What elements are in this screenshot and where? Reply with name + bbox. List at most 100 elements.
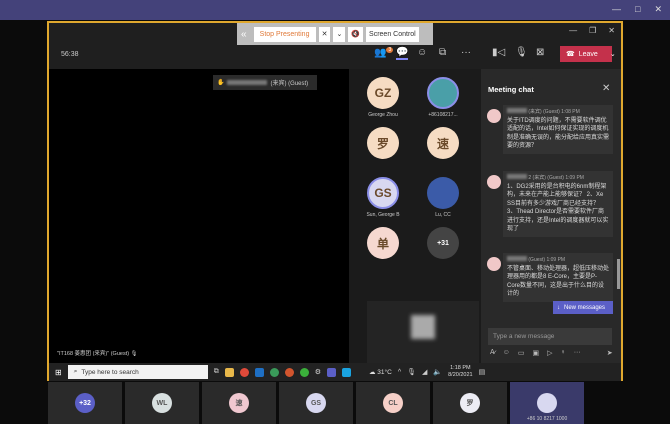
close-icon[interactable]: ✕ (602, 83, 610, 94)
participant-name: +86 10 8217 1000 (526, 416, 568, 422)
stop-presenting-button[interactable]: Stop Presenting (253, 26, 316, 42)
chevron-down-icon[interactable]: ⌄ (610, 50, 616, 58)
chat-title: Meeting chat (488, 85, 534, 94)
pin-toolbar-button[interactable]: ✕ (318, 26, 331, 42)
browser-icon[interactable] (269, 367, 279, 377)
avatar (537, 393, 557, 413)
mic-off-icon[interactable]: 🎙 (515, 47, 528, 58)
participant-name: Lu, CC (435, 212, 451, 218)
participant-name: George Zhou (368, 112, 398, 118)
raised-hand-label: ✋ (来宾) (Guest) (213, 75, 317, 90)
collapse-icon[interactable]: « (241, 29, 247, 40)
volume-icon[interactable]: 🔈 (433, 368, 442, 376)
participant-name: Sun, George B (366, 212, 400, 218)
chrome-icon[interactable] (239, 367, 249, 377)
sticker-icon[interactable]: ▣ (532, 349, 539, 357)
tray-chevron-icon[interactable]: ^ (398, 369, 401, 376)
windows-start-icon[interactable]: ⊞ (55, 368, 62, 377)
bottom-participant-tile[interactable]: GS (279, 382, 353, 424)
stop-share-icon[interactable]: ⊠ (536, 47, 544, 58)
taskbar-clock[interactable]: 1:18 PM 8/20/2021 (448, 365, 472, 379)
emoji-icon[interactable]: ☺ (503, 349, 510, 357)
message-text: 关于ITD调度的问题，不需要软件调优适配的话，Intel如何保证实现的调度机制是… (507, 117, 610, 150)
new-messages-button[interactable]: ↓ New messages (553, 301, 613, 314)
teams-icon[interactable] (326, 367, 336, 377)
more-icon[interactable]: ··· (574, 349, 581, 357)
chat-avatar (487, 109, 501, 123)
task-view-icon[interactable]: ⧉ (214, 368, 219, 376)
close-icon[interactable]: ✕ (608, 26, 615, 35)
bottom-participant-tile[interactable]: CL (356, 382, 430, 424)
phone-icon: ☎ (566, 51, 575, 58)
close-icon[interactable]: ✕ (654, 4, 662, 15)
participant-tile[interactable]: +86108217... (413, 77, 473, 118)
praise-icon[interactable]: ♀ (560, 349, 565, 357)
chevron-down-icon[interactable]: ⌄ (333, 26, 346, 42)
chat-scrollbar[interactable] (617, 259, 620, 289)
more-icon[interactable]: ··· (461, 47, 471, 58)
participant-name: +86108217... (428, 112, 458, 118)
sharing-toolbar: « Stop Presenting ✕ ⌄ 🔇 Screen Control (237, 23, 433, 45)
outlook-icon[interactable] (254, 367, 264, 377)
meeting-chat-panel: Meeting chat ✕ (来宾) (Guest) 1:08 PM 关于ITD… (481, 69, 621, 363)
chat-avatar (487, 257, 501, 271)
participant-tile[interactable]: GZ George Zhou (353, 77, 413, 118)
chat-icon[interactable]: 💬 (396, 47, 409, 60)
message-text: 1、DG2采用的是台积电的6nm制程架构，未来在产能上能够保证？ 2、Xe SS… (507, 183, 609, 233)
format-icon[interactable]: A̷ (490, 349, 495, 357)
microphone-icon[interactable]: 🎙 (407, 368, 416, 376)
reactions-icon[interactable]: ☺ (417, 47, 427, 58)
bottom-participant-tile[interactable]: 速 (202, 382, 276, 424)
bottom-participant-tile[interactable]: +32 (48, 382, 122, 424)
maximize-icon[interactable]: □ (635, 4, 640, 15)
gif-icon[interactable]: ▭ (518, 349, 525, 357)
app-u-icon[interactable] (341, 367, 351, 377)
participant-tile[interactable]: 单 (353, 227, 413, 262)
avatar: 单 (367, 227, 399, 259)
leave-button[interactable]: ☎ Leave ⌄ (560, 46, 616, 62)
message-time: 1:09 PM (565, 175, 584, 181)
presenter-label: "IT168 姜惠团 (来宾)" (Guest) 🎙 (57, 351, 138, 357)
chat-message: (Guest) 1:09 PM 不管桌面、移动处理器，超低压移动处理器用的都是8 … (503, 253, 613, 302)
mic-off-icon: 🎙 (130, 351, 138, 357)
participant-tile[interactable]: GS Sun, George B (353, 177, 413, 218)
avatar: 速 (427, 127, 459, 159)
taskbar-search[interactable]: ⌕ Type here to search (67, 365, 208, 379)
weather-widget[interactable]: ☁ 31°C (369, 368, 392, 376)
message-time: 1:08 PM (561, 109, 580, 115)
participant-tile[interactable]: 罗 (353, 127, 413, 162)
camera-off-icon[interactable]: ▮◁ (492, 47, 505, 58)
message-input[interactable]: Type a new message (488, 328, 612, 345)
message-author: 2 (来宾) (Guest) (528, 175, 564, 181)
bottom-participant-tile[interactable]: 罗 (433, 382, 507, 424)
meeting-timer: 56:38 (61, 51, 79, 58)
maximize-icon[interactable]: ❐ (589, 26, 596, 35)
network-icon[interactable]: ◢ (422, 368, 427, 376)
outer-title-bar: — □ ✕ (0, 0, 670, 20)
participant-tile[interactable]: Lu, CC (413, 177, 473, 218)
minimize-icon[interactable]: — (569, 26, 577, 35)
participants-icon[interactable]: 👥 3 (374, 47, 394, 58)
avatar: +31 (427, 227, 459, 259)
wechat-icon[interactable] (299, 367, 309, 377)
screen-control-button[interactable]: Screen Control (366, 26, 419, 42)
chat-message: 2 (来宾) (Guest) 1:09 PM 1、DG2采用的是台积电的6nm制程… (503, 171, 613, 237)
avatar: +32 (75, 393, 95, 413)
participant-tile[interactable]: 速 (413, 127, 473, 162)
settings-icon[interactable]: ⚙ (315, 368, 321, 376)
file-explorer-icon[interactable] (224, 367, 234, 377)
message-text: 不管桌面、移动处理器，超低压移动处理器用的都是8 E-Core，主要是P-Cor… (507, 265, 610, 298)
bottom-participant-tile[interactable]: WL (125, 382, 199, 424)
share-tray-icon[interactable]: ⧉ (439, 47, 446, 58)
avatar: 速 (229, 393, 249, 413)
chat-avatar (487, 175, 501, 189)
minimize-icon[interactable]: — (612, 4, 621, 15)
powerpoint-icon[interactable] (284, 367, 294, 377)
send-icon[interactable]: ➤ (607, 349, 613, 357)
mute-button[interactable]: 🔇 (348, 26, 364, 42)
participant-tile[interactable]: +31 (413, 227, 473, 262)
notifications-icon[interactable]: ▤ (479, 368, 486, 376)
bottom-participant-tile[interactable]: +86 10 8217 1000 (510, 382, 584, 424)
avatar: CL (383, 393, 403, 413)
meet-now-icon[interactable]: ▷ (547, 349, 552, 357)
